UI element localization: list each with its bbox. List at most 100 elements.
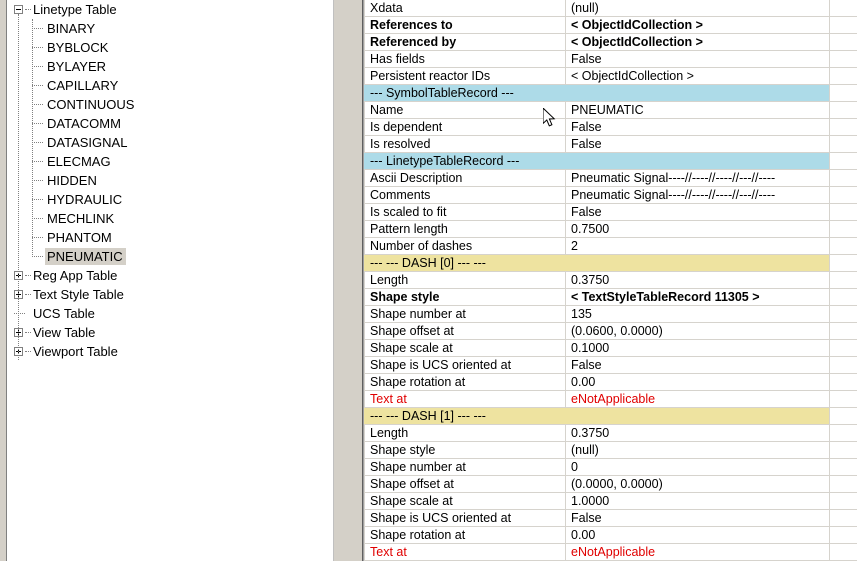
grid-property-value[interactable]: 0.00 bbox=[566, 374, 829, 390]
grid-property-value[interactable]: False bbox=[566, 510, 829, 526]
tree-item-label: Viewport Table bbox=[33, 344, 118, 359]
tree-item-continuous[interactable]: CONTINUOUS bbox=[8, 95, 333, 114]
grid-property-row[interactable]: Comments Pneumatic Signal----//----//----… bbox=[364, 187, 857, 204]
grid-property-value[interactable]: (null) bbox=[566, 0, 829, 16]
tree-item-byblock[interactable]: BYBLOCK bbox=[8, 38, 333, 57]
grid-property-value[interactable] bbox=[566, 153, 829, 169]
grid-property-value[interactable]: eNotApplicable bbox=[566, 391, 829, 407]
grid-property-row[interactable]: Shape style (null) bbox=[364, 442, 857, 459]
grid-property-row[interactable]: Shape offset at (0.0000, 0.0000) bbox=[364, 476, 857, 493]
tree-item-pneumatic[interactable]: PNEUMATIC bbox=[8, 247, 333, 266]
grid-property-row[interactable]: Length 0.3750 bbox=[364, 272, 857, 289]
grid-property-value[interactable]: 135 bbox=[566, 306, 829, 322]
grid-property-value[interactable]: False bbox=[566, 204, 829, 220]
collapse-minus-icon[interactable] bbox=[14, 5, 23, 14]
grid-property-row[interactable]: Shape style < TextStyleTableRecord 11305 … bbox=[364, 289, 857, 306]
grid-property-value[interactable]: 0.1000 bbox=[566, 340, 829, 356]
grid-property-row[interactable]: Has fields False bbox=[364, 51, 857, 68]
grid-section-header-row[interactable]: --- --- DASH [0] --- --- bbox=[364, 255, 857, 272]
grid-property-row[interactable]: Text at eNotApplicable bbox=[364, 391, 857, 408]
tree-item-capillary[interactable]: CAPILLARY bbox=[8, 76, 333, 95]
grid-property-row[interactable]: Shape rotation at 0.00 bbox=[364, 374, 857, 391]
grid-property-value[interactable]: False bbox=[566, 357, 829, 373]
grid-property-value[interactable]: False bbox=[566, 51, 829, 67]
grid-property-value[interactable]: eNotApplicable bbox=[566, 544, 829, 560]
grid-property-row[interactable]: Xdata (null) bbox=[364, 0, 857, 17]
tree-item-mechlink[interactable]: MECHLINK bbox=[8, 209, 333, 228]
grid-property-row[interactable]: Ascii Description Pneumatic Signal----//-… bbox=[364, 170, 857, 187]
grid-property-value[interactable]: < ObjectIdCollection > bbox=[566, 17, 829, 33]
grid-property-value[interactable]: (0.0600, 0.0000) bbox=[566, 323, 829, 339]
tree-item-hydraulic[interactable]: HYDRAULIC bbox=[8, 190, 333, 209]
grid-property-row[interactable]: Is resolved False bbox=[364, 136, 857, 153]
grid-property-name: Length bbox=[370, 426, 409, 440]
panel-splitter-gutter[interactable] bbox=[333, 0, 365, 561]
grid-property-name: Name bbox=[370, 103, 404, 117]
grid-property-value[interactable]: 2 bbox=[566, 238, 829, 254]
grid-property-value[interactable]: PNEUMATIC bbox=[566, 102, 829, 118]
property-grid[interactable]: Xdata (null) References to < ObjectIdCollec… bbox=[364, 0, 857, 561]
tree-item-bylayer[interactable]: BYLAYER bbox=[8, 57, 333, 76]
grid-property-value[interactable]: < ObjectIdCollection > bbox=[566, 34, 829, 50]
tree-item-phantom[interactable]: PHANTOM bbox=[8, 228, 333, 247]
tree-item-label: BYLAYER bbox=[47, 59, 107, 74]
grid-property-value[interactable]: 0.00 bbox=[566, 527, 829, 543]
tree-item-datasignal[interactable]: DATASIGNAL bbox=[8, 133, 333, 152]
tree-item-datacomm[interactable]: DATACOMM bbox=[8, 114, 333, 133]
grid-property-value[interactable]: Pneumatic Signal----//----//----//---//-… bbox=[566, 187, 829, 203]
grid-property-value[interactable]: False bbox=[566, 136, 829, 152]
grid-property-row[interactable]: Is scaled to fit False bbox=[364, 204, 857, 221]
grid-property-row[interactable]: References to < ObjectIdCollection > bbox=[364, 17, 857, 34]
grid-section-header-row[interactable]: --- --- DASH [1] --- --- bbox=[364, 408, 857, 425]
tree-item-binary[interactable]: BINARY bbox=[8, 19, 333, 38]
grid-property-value[interactable] bbox=[566, 408, 829, 424]
grid-property-row[interactable]: Length 0.3750 bbox=[364, 425, 857, 442]
grid-extra-column-cell bbox=[830, 544, 857, 560]
grid-property-row[interactable]: Shape number at 135 bbox=[364, 306, 857, 323]
tree-item-text-style-table[interactable]: Text Style Table bbox=[8, 285, 333, 304]
grid-property-name: Shape style bbox=[370, 443, 436, 457]
grid-property-row[interactable]: Persistent reactor IDs < ObjectIdCollecti… bbox=[364, 68, 857, 85]
grid-property-name: Shape offset at bbox=[370, 324, 454, 338]
grid-property-value[interactable] bbox=[566, 85, 829, 101]
grid-property-row[interactable]: Is dependent False bbox=[364, 119, 857, 136]
grid-property-name: Length bbox=[370, 273, 409, 287]
tree-item-linetype-table[interactable]: Linetype Table bbox=[8, 0, 333, 19]
grid-property-value[interactable]: < ObjectIdCollection > bbox=[566, 68, 829, 84]
tree-item-viewport-table[interactable]: Viewport Table bbox=[8, 342, 333, 361]
grid-property-row[interactable]: Shape is UCS oriented at False bbox=[364, 510, 857, 527]
grid-property-row[interactable]: Number of dashes 2 bbox=[364, 238, 857, 255]
tree-item-hidden[interactable]: HIDDEN bbox=[8, 171, 333, 190]
grid-property-row[interactable]: Shape rotation at 0.00 bbox=[364, 527, 857, 544]
tree-item-label: DATACOMM bbox=[47, 116, 121, 131]
grid-property-value[interactable]: False bbox=[566, 119, 829, 135]
grid-property-row[interactable]: Shape is UCS oriented at False bbox=[364, 357, 857, 374]
grid-property-row[interactable]: Shape scale at 1.0000 bbox=[364, 493, 857, 510]
grid-property-value[interactable]: Pneumatic Signal----//----//----//---//-… bbox=[566, 170, 829, 186]
grid-property-row[interactable]: Shape offset at (0.0600, 0.0000) bbox=[364, 323, 857, 340]
tree-item-elecmag[interactable]: ELECMAG bbox=[8, 152, 333, 171]
grid-section-header-row[interactable]: --- LinetypeTableRecord --- bbox=[364, 153, 857, 170]
grid-property-value[interactable]: 1.0000 bbox=[566, 493, 829, 509]
grid-property-value[interactable] bbox=[566, 255, 829, 271]
tree-item-ucs-table[interactable]: UCS Table bbox=[8, 304, 333, 323]
grid-property-row[interactable]: Shape number at 0 bbox=[364, 459, 857, 476]
grid-property-row[interactable]: Text at eNotApplicable bbox=[364, 544, 857, 561]
grid-property-value[interactable]: < TextStyleTableRecord 11305 > bbox=[566, 289, 829, 305]
object-tree-panel[interactable]: Linetype Table BINARY BYBLOCK BYLAYER CAPILL… bbox=[8, 0, 333, 561]
grid-property-row[interactable]: Name PNEUMATIC bbox=[364, 102, 857, 119]
grid-property-value[interactable]: (0.0000, 0.0000) bbox=[566, 476, 829, 492]
grid-section-header-row[interactable]: --- SymbolTableRecord --- bbox=[364, 85, 857, 102]
grid-property-value[interactable]: 0.3750 bbox=[566, 425, 829, 441]
grid-property-value[interactable]: 0.3750 bbox=[566, 272, 829, 288]
grid-property-name: Comments bbox=[370, 188, 431, 202]
grid-property-row[interactable]: Shape scale at 0.1000 bbox=[364, 340, 857, 357]
grid-property-row[interactable]: Pattern length 0.7500 bbox=[364, 221, 857, 238]
tree-item-view-table[interactable]: View Table bbox=[8, 323, 333, 342]
tree-item-reg-app-table[interactable]: Reg App Table bbox=[8, 266, 333, 285]
grid-property-value[interactable]: 0 bbox=[566, 459, 829, 475]
grid-property-value[interactable]: (null) bbox=[566, 442, 829, 458]
grid-property-value[interactable]: 0.7500 bbox=[566, 221, 829, 237]
grid-extra-column-cell bbox=[830, 136, 857, 152]
grid-property-row[interactable]: Referenced by < ObjectIdCollection > bbox=[364, 34, 857, 51]
